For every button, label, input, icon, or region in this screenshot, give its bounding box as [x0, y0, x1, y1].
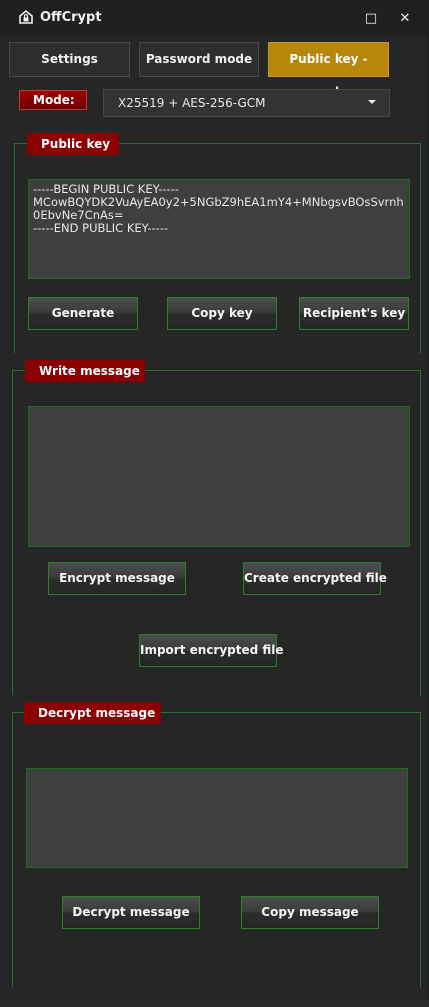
mode-select[interactable]: X25519 + AES-256-GCM — [103, 89, 390, 117]
close-button[interactable]: ✕ — [396, 10, 414, 28]
app-window: OffCrypt □ ✕ Settings Password mode Publ… — [0, 0, 429, 1000]
import-encrypted-file-button[interactable]: Import encrypted file — [139, 634, 284, 667]
tab-public-key-mode[interactable]: Public key - mode — [268, 42, 389, 99]
copy-message-button[interactable]: Copy message — [241, 896, 379, 929]
public-key-textarea[interactable]: -----BEGIN PUBLIC KEY----- MCowBQYDK2VuA… — [28, 179, 410, 279]
create-encrypted-file-button[interactable]: Create encrypted file — [243, 562, 387, 595]
write-message-title: Write message — [25, 360, 145, 382]
title-bar: OffCrypt □ ✕ — [0, 0, 429, 36]
public-key-title: Public key — [27, 133, 119, 155]
home-lock-icon — [19, 9, 33, 24]
decrypt-message-textarea[interactable] — [26, 768, 408, 868]
mode-selected-value: X25519 + AES-256-GCM — [118, 96, 266, 110]
chevron-down-icon — [368, 100, 376, 104]
tab-password-mode[interactable]: Password mode — [139, 42, 259, 77]
decrypt-message-title: Decrypt message — [24, 702, 161, 724]
encrypt-message-button[interactable]: Encrypt message — [48, 562, 186, 595]
mode-label: Mode: — [19, 90, 87, 110]
decrypt-message-button[interactable]: Decrypt message — [62, 896, 200, 929]
generate-button[interactable]: Generate — [28, 297, 138, 330]
write-message-textarea[interactable] — [28, 406, 410, 547]
app-title: OffCrypt — [40, 10, 102, 25]
tab-settings[interactable]: Settings — [9, 42, 130, 77]
maximize-button[interactable]: □ — [362, 10, 380, 28]
recipients-key-button[interactable]: Recipient's key — [299, 297, 409, 330]
copy-key-button[interactable]: Copy key — [167, 297, 277, 330]
